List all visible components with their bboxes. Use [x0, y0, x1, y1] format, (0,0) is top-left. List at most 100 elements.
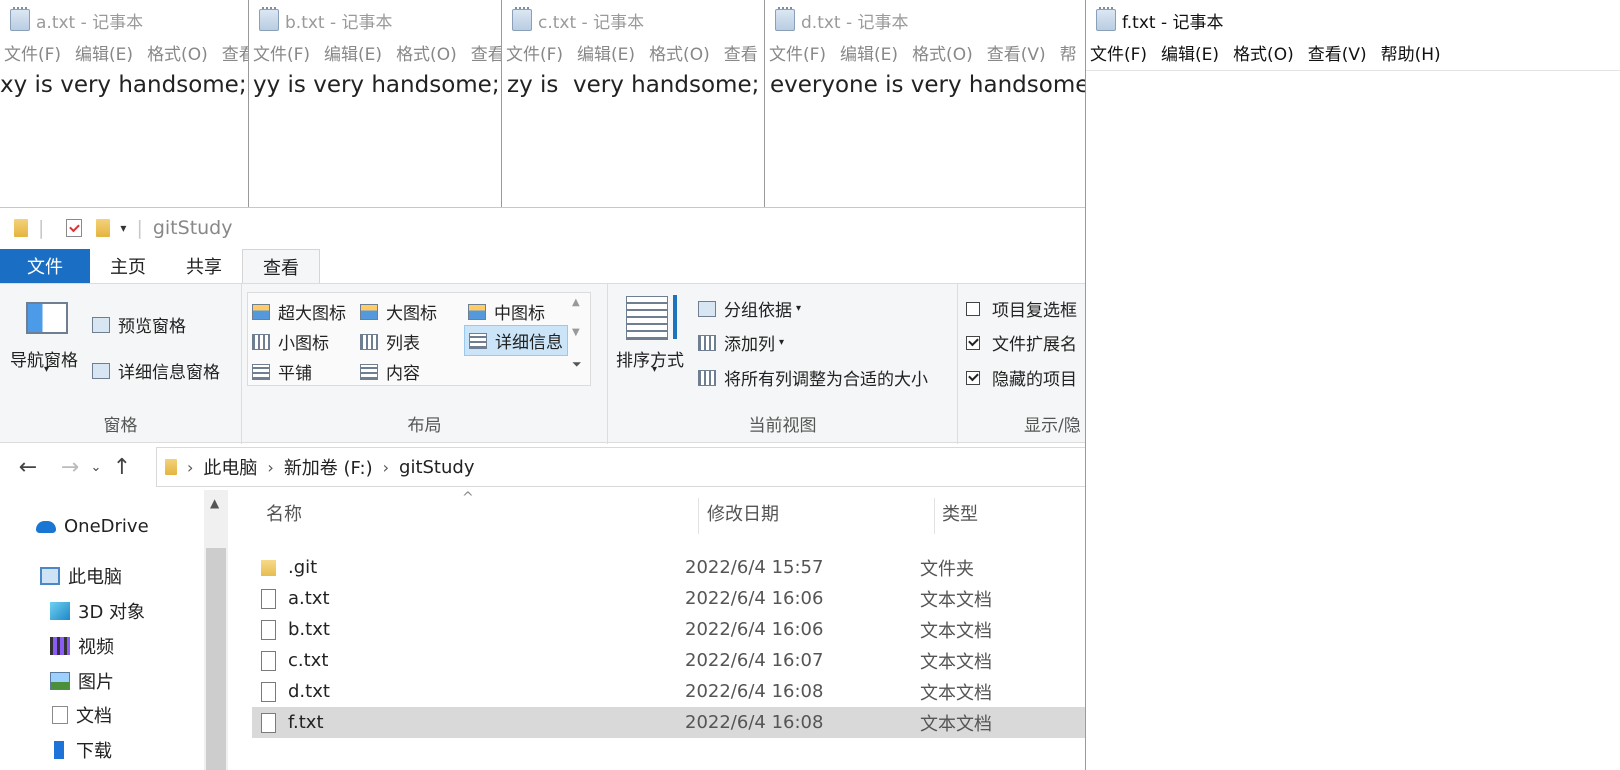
- nav-item-downloads[interactable]: 下载: [50, 737, 112, 763]
- nav-item-onedrive[interactable]: OneDrive: [36, 516, 149, 537]
- size-all-columns-button[interactable]: 将所有列调整为合适的大小: [698, 365, 928, 390]
- notepad-window-f[interactable]: f.txt - 记事本 文件(F) 编辑(E) 格式(O) 查看(V) 帮助(H…: [1085, 0, 1620, 770]
- text-area[interactable]: everyone is very handsome;: [770, 72, 1085, 98]
- file-explorer-window[interactable]: | ▾ | gitStudy 文件 主页 共享 查看 导航窗格 ▾ 预览窗格 详…: [0, 207, 1085, 770]
- breadcrumb-separator[interactable]: ›: [187, 458, 193, 477]
- layout-details[interactable]: 详细信息: [464, 325, 568, 356]
- file-extensions-toggle[interactable]: 文件扩展名: [966, 330, 1077, 355]
- gallery-scroll-up-icon[interactable]: ▲: [572, 297, 580, 308]
- menu-file[interactable]: 文件(F): [769, 40, 826, 65]
- notepad-window-b[interactable]: b.txt - 记事本 文件(F) 编辑(E) 格式(O) 查看 yy is v…: [248, 0, 502, 208]
- menu-edit[interactable]: 编辑(E): [1161, 40, 1219, 65]
- layout-small-icons[interactable]: 小图标: [252, 329, 329, 354]
- scrollbar-thumb[interactable]: [206, 548, 226, 770]
- hidden-items-toggle[interactable]: 隐藏的项目: [966, 365, 1077, 390]
- item-checkboxes-toggle[interactable]: 项目复选框: [966, 296, 1077, 321]
- nav-item-videos[interactable]: 视频: [50, 633, 114, 659]
- menu-format[interactable]: 格式(O): [649, 40, 710, 65]
- details-pane-button[interactable]: 详细信息窗格: [92, 358, 220, 383]
- layout-content[interactable]: 内容: [360, 359, 420, 384]
- navigation-pane-button[interactable]: 导航窗格 ▾: [0, 284, 90, 414]
- breadcrumb-this-pc[interactable]: 此电脑: [203, 454, 257, 480]
- column-divider[interactable]: [934, 498, 935, 534]
- properties-icon[interactable]: [66, 219, 83, 237]
- tab-home[interactable]: 主页: [90, 249, 166, 283]
- notepad-window-d[interactable]: d.txt - 记事本 文件(F) 编辑(E) 格式(O) 查看(V) 帮 ev…: [765, 0, 1086, 208]
- sort-by-label: 排序方式: [616, 351, 684, 371]
- menu-file[interactable]: 文件(F): [1090, 40, 1147, 65]
- preview-pane-button[interactable]: 预览窗格: [92, 312, 186, 337]
- gallery-scroll-down-icon[interactable]: ▼: [572, 327, 580, 338]
- checkbox[interactable]: [966, 370, 980, 385]
- checkbox[interactable]: [966, 301, 980, 316]
- file-row-selected[interactable]: f.txt 2022/6/4 16:08 文本文档: [252, 707, 1085, 738]
- menu-file[interactable]: 文件(F): [253, 40, 310, 65]
- menu-view[interactable]: 查看: [724, 40, 758, 65]
- layout-extra-large-icons[interactable]: 超大图标: [252, 299, 346, 324]
- menu-view[interactable]: 查看(V): [1308, 40, 1367, 65]
- layout-tiles[interactable]: 平铺: [252, 359, 312, 384]
- scroll-up-icon[interactable]: ▲: [210, 496, 219, 510]
- menu-format[interactable]: 格式(O): [1233, 40, 1294, 65]
- column-header-date[interactable]: 修改日期: [707, 500, 779, 526]
- preview-pane-label: 预览窗格: [118, 317, 186, 337]
- back-arrow-icon[interactable]: ←: [12, 455, 44, 480]
- file-row[interactable]: a.txt 2022/6/4 16:06 文本文档: [252, 583, 1085, 614]
- group-by-button[interactable]: 分组依据 ▾: [698, 296, 801, 321]
- sort-by-button[interactable]: 排序方式: [616, 346, 684, 371]
- text-area[interactable]: zy is very handsome;: [507, 72, 759, 98]
- menu-format[interactable]: 格式(O): [912, 40, 973, 65]
- text-area[interactable]: yy is very handsome;: [253, 72, 500, 98]
- column-header-type[interactable]: 类型: [942, 500, 978, 526]
- menu-edit[interactable]: 编辑(E): [324, 40, 382, 65]
- layout-medium-icons[interactable]: 中图标: [468, 299, 545, 324]
- chevron-down-icon[interactable]: ▾: [120, 221, 126, 235]
- menu-edit[interactable]: 编辑(E): [75, 40, 133, 65]
- menu-file[interactable]: 文件(F): [506, 40, 563, 65]
- address-bar[interactable]: › 此电脑 › 新加卷 (F:) › gitStudy: [156, 447, 1085, 487]
- menu-file[interactable]: 文件(F): [4, 40, 61, 65]
- layout-list[interactable]: 列表: [360, 329, 420, 354]
- file-row[interactable]: c.txt 2022/6/4 16:07 文本文档: [252, 645, 1085, 676]
- layout-large-icons[interactable]: 大图标: [360, 299, 437, 324]
- add-columns-button[interactable]: 添加列 ▾: [698, 330, 784, 355]
- menu-view[interactable]: 查看(V): [987, 40, 1046, 65]
- column-divider[interactable]: [698, 498, 699, 534]
- notepad-window-c[interactable]: c.txt - 记事本 文件(F) 编辑(E) 格式(O) 查看 zy is v…: [502, 0, 765, 208]
- breadcrumb-separator[interactable]: ›: [267, 458, 273, 477]
- menu-help[interactable]: 帮: [1060, 40, 1077, 65]
- nav-item-documents[interactable]: 文档: [52, 702, 112, 728]
- breadcrumb-gitstudy[interactable]: gitStudy: [399, 457, 474, 478]
- menu-format[interactable]: 格式(O): [147, 40, 208, 65]
- forward-arrow-icon[interactable]: →: [54, 455, 86, 480]
- file-row[interactable]: .git 2022/6/4 15:57 文件夹: [252, 552, 1085, 583]
- breadcrumb-volume[interactable]: 新加卷 (F:): [284, 454, 373, 480]
- tab-share[interactable]: 共享: [166, 249, 242, 283]
- breadcrumb-separator[interactable]: ›: [383, 458, 389, 477]
- menu-view[interactable]: 查看: [222, 40, 248, 65]
- notepad-window-a[interactable]: a.txt - 记事本 文件(F) 编辑(E) 格式(O) 查看 xy is v…: [0, 0, 249, 208]
- file-name: f.txt: [288, 712, 324, 733]
- checkbox[interactable]: [966, 335, 980, 350]
- file-row[interactable]: d.txt 2022/6/4 16:08 文本文档: [252, 676, 1085, 707]
- file-row[interactable]: b.txt 2022/6/4 16:06 文本文档: [252, 614, 1085, 645]
- nav-scrollbar[interactable]: ▲: [204, 490, 228, 770]
- menu-view[interactable]: 查看: [471, 40, 501, 65]
- up-arrow-icon[interactable]: ↑: [106, 455, 138, 480]
- column-header-name[interactable]: 名称: [266, 500, 302, 526]
- menu-format[interactable]: 格式(O): [396, 40, 457, 65]
- menu-edit[interactable]: 编辑(E): [577, 40, 635, 65]
- nav-item-this-pc[interactable]: 此电脑: [40, 563, 122, 589]
- menu-help[interactable]: 帮助(H): [1381, 40, 1441, 65]
- nav-item-3d-objects[interactable]: 3D 对象: [50, 598, 145, 624]
- nav-item-pictures[interactable]: 图片: [50, 668, 114, 694]
- new-folder-icon[interactable]: [96, 219, 111, 237]
- sort-by-icon[interactable]: [626, 295, 677, 340]
- layout-label: 平铺: [278, 364, 312, 384]
- tab-view[interactable]: 查看: [242, 249, 320, 283]
- gallery-more-icon[interactable]: ⏷: [572, 357, 582, 372]
- menu-edit[interactable]: 编辑(E): [840, 40, 898, 65]
- text-area[interactable]: xy is very handsome;: [0, 72, 247, 98]
- chevron-down-icon[interactable]: ⌄: [86, 460, 106, 475]
- tab-file[interactable]: 文件: [0, 249, 90, 283]
